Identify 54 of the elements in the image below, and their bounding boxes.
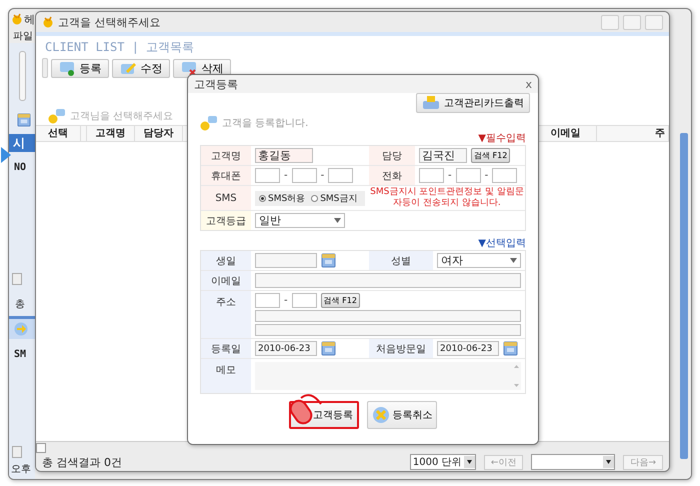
- column-header: 선택: [36, 126, 81, 141]
- column-header: 담당자: [135, 126, 183, 141]
- field-label: 이메일: [201, 271, 251, 290]
- summary-text: 총: [15, 298, 26, 311]
- window-title: 고객을 선택해주세요: [58, 14, 160, 30]
- field-label: 주소: [201, 291, 251, 338]
- field-label: 휴대폰: [201, 166, 251, 185]
- field-label: 고객명: [201, 146, 251, 165]
- page-size-select[interactable]: 1000 단위: [410, 454, 476, 470]
- input-field[interactable]: 2010-06-23: [437, 341, 499, 356]
- separator-text: -: [448, 170, 452, 181]
- table-cell-text: SM: [14, 349, 28, 360]
- field-label: 성별: [369, 251, 433, 270]
- input-field[interactable]: 2010-06-23: [255, 341, 317, 356]
- column-header: 주: [597, 126, 669, 141]
- cancel-button[interactable]: 등록취소: [367, 401, 437, 429]
- field-label: 등록일: [201, 339, 251, 358]
- panel-tab[interactable]: 시: [9, 134, 35, 152]
- search-button[interactable]: 검색 F12: [320, 293, 360, 308]
- close-button[interactable]: x: [525, 78, 532, 90]
- page-heading: CLIENT LIST | 고객목록: [45, 39, 194, 56]
- window-title: 헤: [24, 12, 35, 26]
- column-header: 고객명: [87, 126, 135, 141]
- field-label: 전화: [369, 166, 415, 185]
- result-count: 총 검색결과 0건: [42, 454, 122, 470]
- edit-button[interactable]: 수정: [112, 58, 170, 78]
- option-label: SMS허용: [268, 192, 306, 204]
- prompt-text: 고객님을 선택해주세요: [70, 110, 174, 123]
- field-label: 담당: [369, 146, 415, 165]
- option-label: SMS금지: [320, 192, 358, 204]
- add-button[interactable]: 등록: [51, 58, 109, 78]
- intro-text: 고객을 등록합니다.: [222, 117, 308, 130]
- section-label: ▼필수입력: [478, 132, 526, 145]
- status-text: 오후: [11, 463, 32, 476]
- field-label: 처음방문일: [369, 339, 433, 358]
- separator-text: -: [484, 170, 488, 181]
- table-cell-text: NO: [14, 162, 28, 173]
- field-label: SMS: [201, 186, 251, 210]
- separator-text: -: [320, 170, 324, 181]
- field-label: 메모: [201, 359, 251, 393]
- grade-select[interactable]: 일반: [255, 213, 345, 228]
- dialog-title: 고객등록: [194, 76, 238, 92]
- gender-select[interactable]: 여자: [437, 253, 521, 268]
- print-button[interactable]: 고객관리카드출력: [416, 93, 530, 113]
- warning-text: SMS금지시 포인트관련정보 및 알림문자등이 전송되지 않습니다.: [369, 186, 525, 210]
- input-field[interactable]: 김국진: [419, 148, 467, 163]
- menu-item[interactable]: 파일: [13, 29, 33, 43]
- search-button[interactable]: 검색 F12: [471, 148, 510, 163]
- section-label: ▼선택입력: [478, 237, 526, 250]
- field-label: 생일: [201, 251, 251, 270]
- field-label: 고객등급: [201, 211, 251, 230]
- separator-text: -: [284, 170, 288, 181]
- input-field[interactable]: 홍길동: [255, 148, 313, 163]
- separator-text: -: [284, 295, 288, 306]
